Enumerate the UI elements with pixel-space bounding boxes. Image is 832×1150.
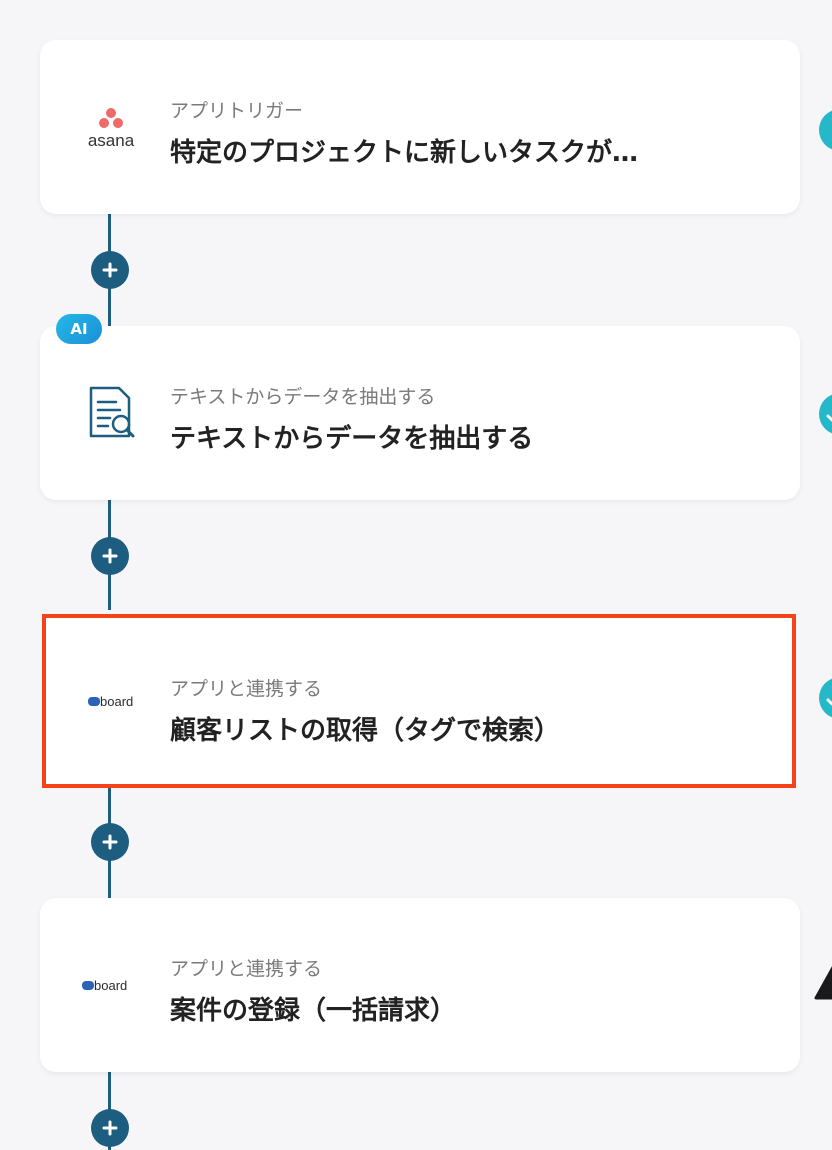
plus-icon — [102, 834, 118, 850]
step-type-label: アプリと連携する — [170, 958, 323, 980]
asana-logo: asana — [80, 97, 142, 157]
step-type-label: アプリと連携する — [170, 678, 323, 700]
ai-badge: AI — [56, 314, 102, 344]
step-type-label: アプリトリガー — [170, 100, 304, 122]
document-search-icon — [80, 383, 142, 443]
step-title: テキストからデータを抽出する — [170, 424, 534, 454]
add-step-button[interactable] — [91, 1109, 129, 1147]
add-step-button[interactable] — [91, 537, 129, 575]
check-status-icon — [819, 394, 832, 434]
flow-step-trigger[interactable]: asana アプリトリガー 特定のプロジェクトに新しいタスクが… — [40, 40, 800, 214]
plus-icon — [102, 1120, 118, 1136]
step-title: 特定のプロジェクトに新しいタスクが… — [170, 138, 639, 168]
flow-step-ai-extract[interactable]: AI テキストからデータを抽出する テキストからデータを抽出する — [40, 314, 800, 500]
flow-canvas: asana アプリトリガー 特定のプロジェクトに新しいタスクが… AI テキスト… — [0, 0, 832, 1150]
board-logo-text: board — [100, 694, 133, 709]
asana-logo-text: asana — [88, 131, 135, 150]
board-logo: board — [80, 955, 142, 1015]
add-step-button[interactable] — [91, 823, 129, 861]
step-title: 顧客リストの取得（タグで検索） — [170, 716, 561, 746]
step-type-label: テキストからデータを抽出する — [170, 386, 436, 408]
plus-icon — [102, 262, 118, 278]
check-status-icon — [819, 678, 832, 718]
flow-step-board-customer-list[interactable]: board アプリと連携する 顧客リストの取得（タグで検索） — [42, 614, 796, 788]
warning-icon — [814, 966, 832, 1000]
step-title: 案件の登録（一括請求） — [170, 996, 457, 1026]
add-step-button[interactable] — [91, 251, 129, 289]
board-logo: board — [86, 671, 148, 731]
plus-icon — [102, 548, 118, 564]
check-status-icon — [819, 110, 832, 150]
board-logo-text: board — [94, 978, 127, 993]
flow-step-board-register-project[interactable]: board アプリと連携する 案件の登録（一括請求） — [40, 898, 800, 1072]
